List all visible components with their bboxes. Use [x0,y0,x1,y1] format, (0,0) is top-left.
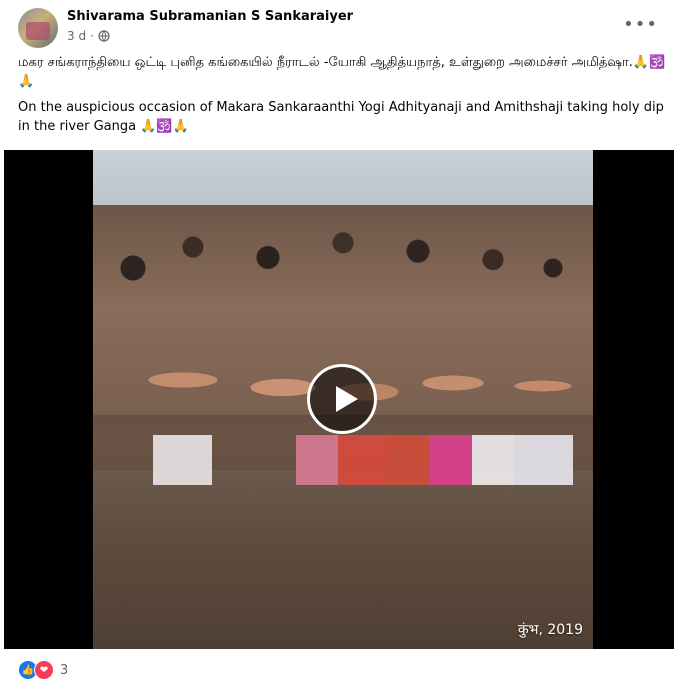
caption-tamil: மகர சங்கராந்தியை ஒட்டி புனித கங்கையில் ந… [18,55,666,89]
video-player[interactable]: कुंभ, 2019 [4,150,674,649]
meta-separator: · [90,29,94,43]
reactions-bar[interactable]: 👍 ❤ 3 [18,660,68,680]
play-button-icon[interactable] [307,364,377,434]
avatar[interactable] [18,8,58,48]
love-reaction-icon: ❤ [34,660,54,680]
post-time[interactable]: 3 d [67,29,86,43]
cloths-image [153,435,573,485]
post-header: Shivarama Subramanian S Sankaraiyer 3 d … [18,6,668,50]
globe-icon [98,30,110,42]
post-meta: 3 d · [67,29,110,43]
author-name[interactable]: Shivarama Subramanian S Sankaraiyer [67,9,353,24]
reaction-count[interactable]: 3 [60,663,68,678]
video-watermark: कुंभ, 2019 [517,622,583,638]
more-options-icon[interactable]: ••• [623,14,658,35]
caption-english: On the auspicious occasion of Makara San… [18,100,664,134]
